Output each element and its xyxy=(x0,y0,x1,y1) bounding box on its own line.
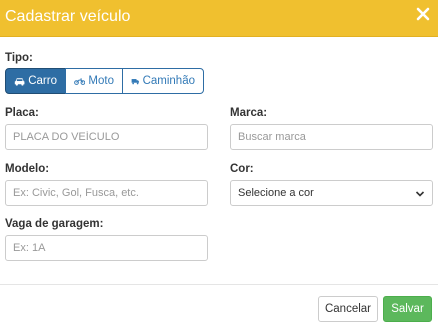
cor-select[interactable]: Selecione a cor xyxy=(230,180,433,206)
close-icon[interactable] xyxy=(415,6,431,22)
marca-label: Marca: xyxy=(230,107,268,119)
marca-input[interactable] xyxy=(230,124,433,150)
tipo-selector: Carro Moto Caminhão xyxy=(5,68,204,94)
tipo-caminhao-label: Caminhão xyxy=(142,75,195,87)
modelo-label: Modelo: xyxy=(5,163,50,175)
placa-label: Placa: xyxy=(5,107,39,119)
motorcycle-icon xyxy=(74,78,86,85)
modal-title: Cadastrar veículo xyxy=(5,8,131,25)
cor-selected-value: Selecione a cor xyxy=(238,187,314,199)
tipo-moto-button[interactable]: Moto xyxy=(65,68,123,94)
cor-label: Cor: xyxy=(230,163,254,175)
tipo-moto-label: Moto xyxy=(88,75,114,87)
tipo-carro-button[interactable]: Carro xyxy=(5,68,66,94)
tipo-label: Tipo: xyxy=(5,52,33,64)
chevron-down-icon xyxy=(415,191,425,197)
vaga-label: Vaga de garagem: xyxy=(5,218,104,230)
truck-icon xyxy=(131,78,139,84)
cancel-button[interactable]: Cancelar xyxy=(318,296,378,322)
modelo-input[interactable] xyxy=(5,180,208,206)
vaga-input[interactable] xyxy=(5,235,208,261)
save-button[interactable]: Salvar xyxy=(383,296,432,322)
tipo-caminhao-button[interactable]: Caminhão xyxy=(122,68,204,94)
placa-input[interactable] xyxy=(5,124,208,150)
modal-header: Cadastrar veículo xyxy=(0,0,438,37)
vehicle-modal: Cadastrar veículo Tipo: Carro Moto Camin… xyxy=(0,0,438,326)
footer-divider xyxy=(0,284,438,285)
tipo-carro-label: Carro xyxy=(28,75,57,87)
car-icon xyxy=(14,77,25,86)
